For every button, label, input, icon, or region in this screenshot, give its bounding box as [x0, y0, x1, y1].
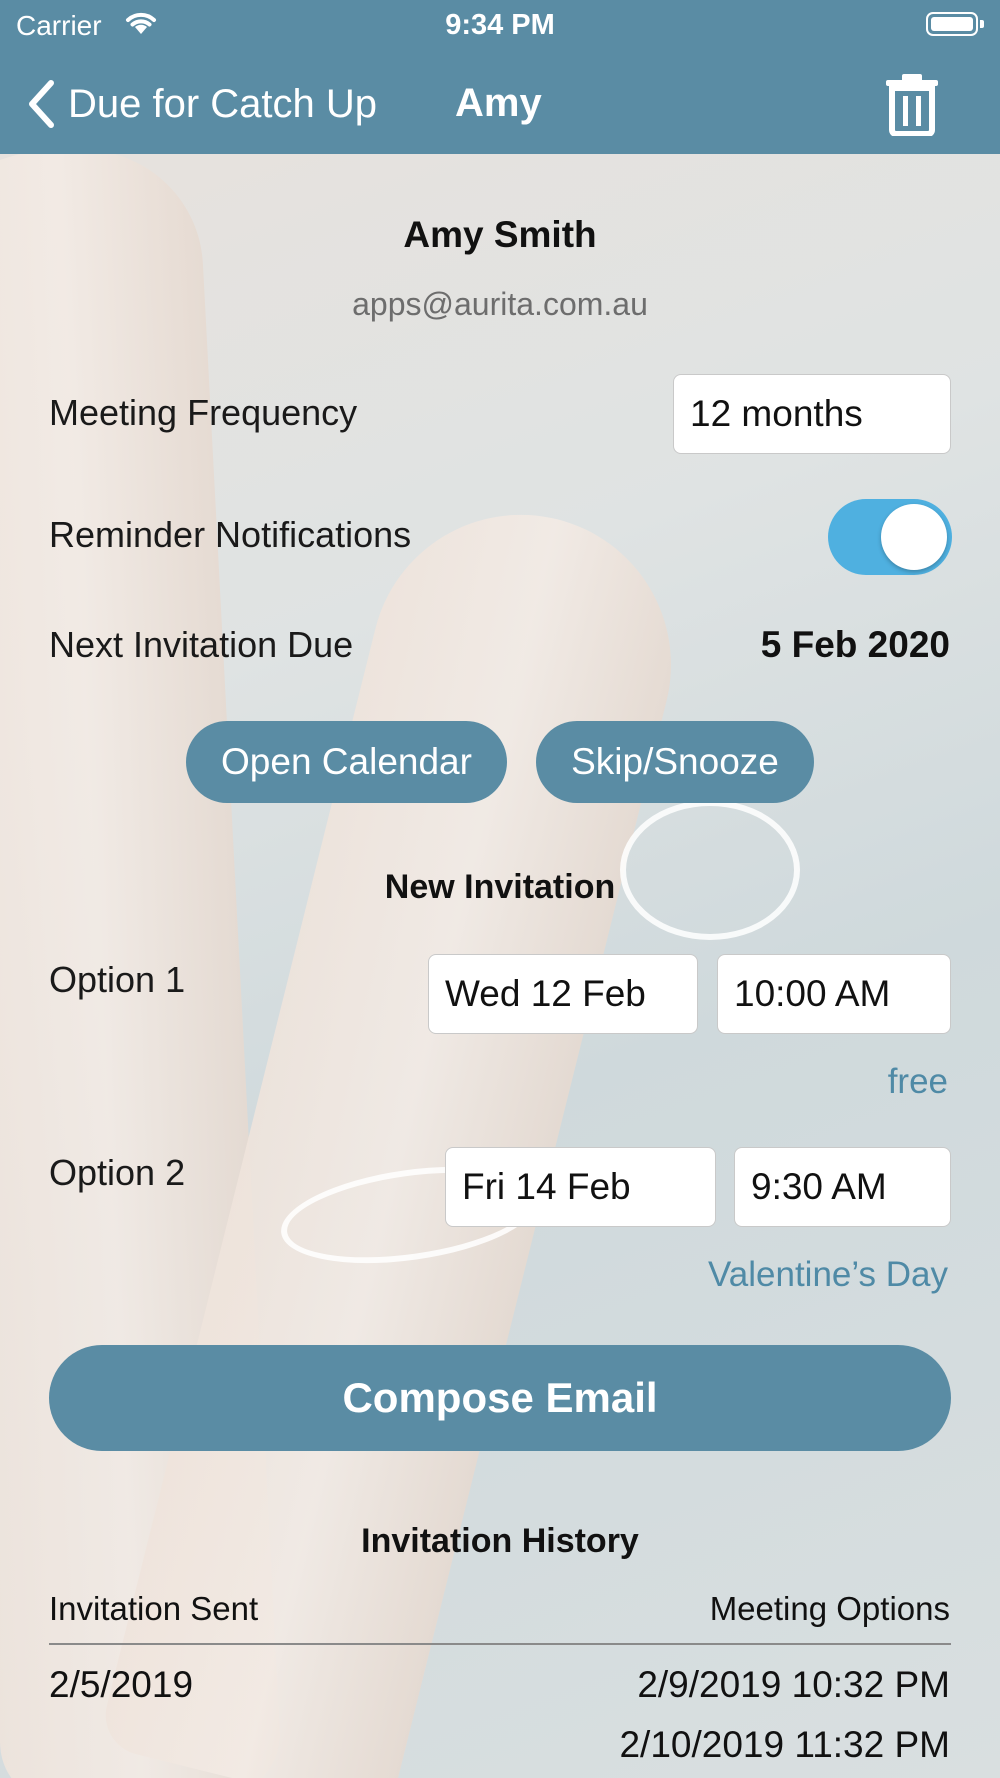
reminder-notifications-toggle[interactable]	[828, 499, 952, 575]
history-row-sent: 2/5/2019	[49, 1664, 194, 1705]
trash-icon[interactable]	[882, 72, 942, 136]
back-button[interactable]: Due for Catch Up	[26, 76, 377, 132]
option-1-label: Option 1	[49, 959, 186, 1000]
invitation-history-title: Invitation History	[361, 1522, 639, 1560]
option-2-note: Valentine’s Day	[708, 1255, 948, 1294]
option-2-label: Option 2	[49, 1152, 186, 1193]
meeting-frequency-field[interactable]: 12 months	[673, 374, 951, 454]
back-button-label: Due for Catch Up	[68, 81, 378, 126]
battery-icon	[926, 12, 984, 36]
meeting-frequency-label: Meeting Frequency	[49, 392, 358, 433]
option-1-note: free	[887, 1062, 948, 1101]
open-calendar-button[interactable]: Open Calendar	[186, 721, 507, 803]
contact-email: apps@aurita.com.au	[352, 286, 648, 322]
history-col-options: Meeting Options	[709, 1590, 950, 1627]
contact-name: Amy Smith	[403, 214, 597, 255]
history-row-option: 2/9/2019 10:32 PM	[637, 1664, 950, 1705]
next-invitation-due-label: Next Invitation Due	[49, 624, 354, 665]
compose-email-button[interactable]: Compose Email	[49, 1345, 951, 1451]
next-invitation-due-value: 5 Feb 2020	[760, 624, 950, 665]
option-2-time-field[interactable]: 9:30 AM	[734, 1147, 951, 1227]
page-title: Amy	[455, 81, 542, 125]
option-1-time-field[interactable]: 10:00 AM	[717, 954, 951, 1034]
history-row-option: 2/10/2019 11:32 PM	[619, 1724, 950, 1765]
status-bar: Carrier 9:34 PM	[0, 0, 1000, 52]
option-1-date-field[interactable]: Wed 12 Feb	[428, 954, 698, 1034]
toggle-knob	[881, 504, 947, 570]
new-invitation-title: New Invitation	[384, 868, 616, 906]
reminder-notifications-label: Reminder Notifications	[49, 514, 412, 555]
history-col-sent: Invitation Sent	[49, 1590, 259, 1627]
clock: 9:34 PM	[445, 9, 555, 41]
chevron-left-icon	[29, 80, 54, 128]
navigation-bar: Due for Catch Up Amy	[0, 52, 1000, 154]
history-divider	[49, 1643, 951, 1645]
skip-snooze-button[interactable]: Skip/Snooze	[536, 721, 814, 803]
option-2-date-field[interactable]: Fri 14 Feb	[445, 1147, 716, 1227]
